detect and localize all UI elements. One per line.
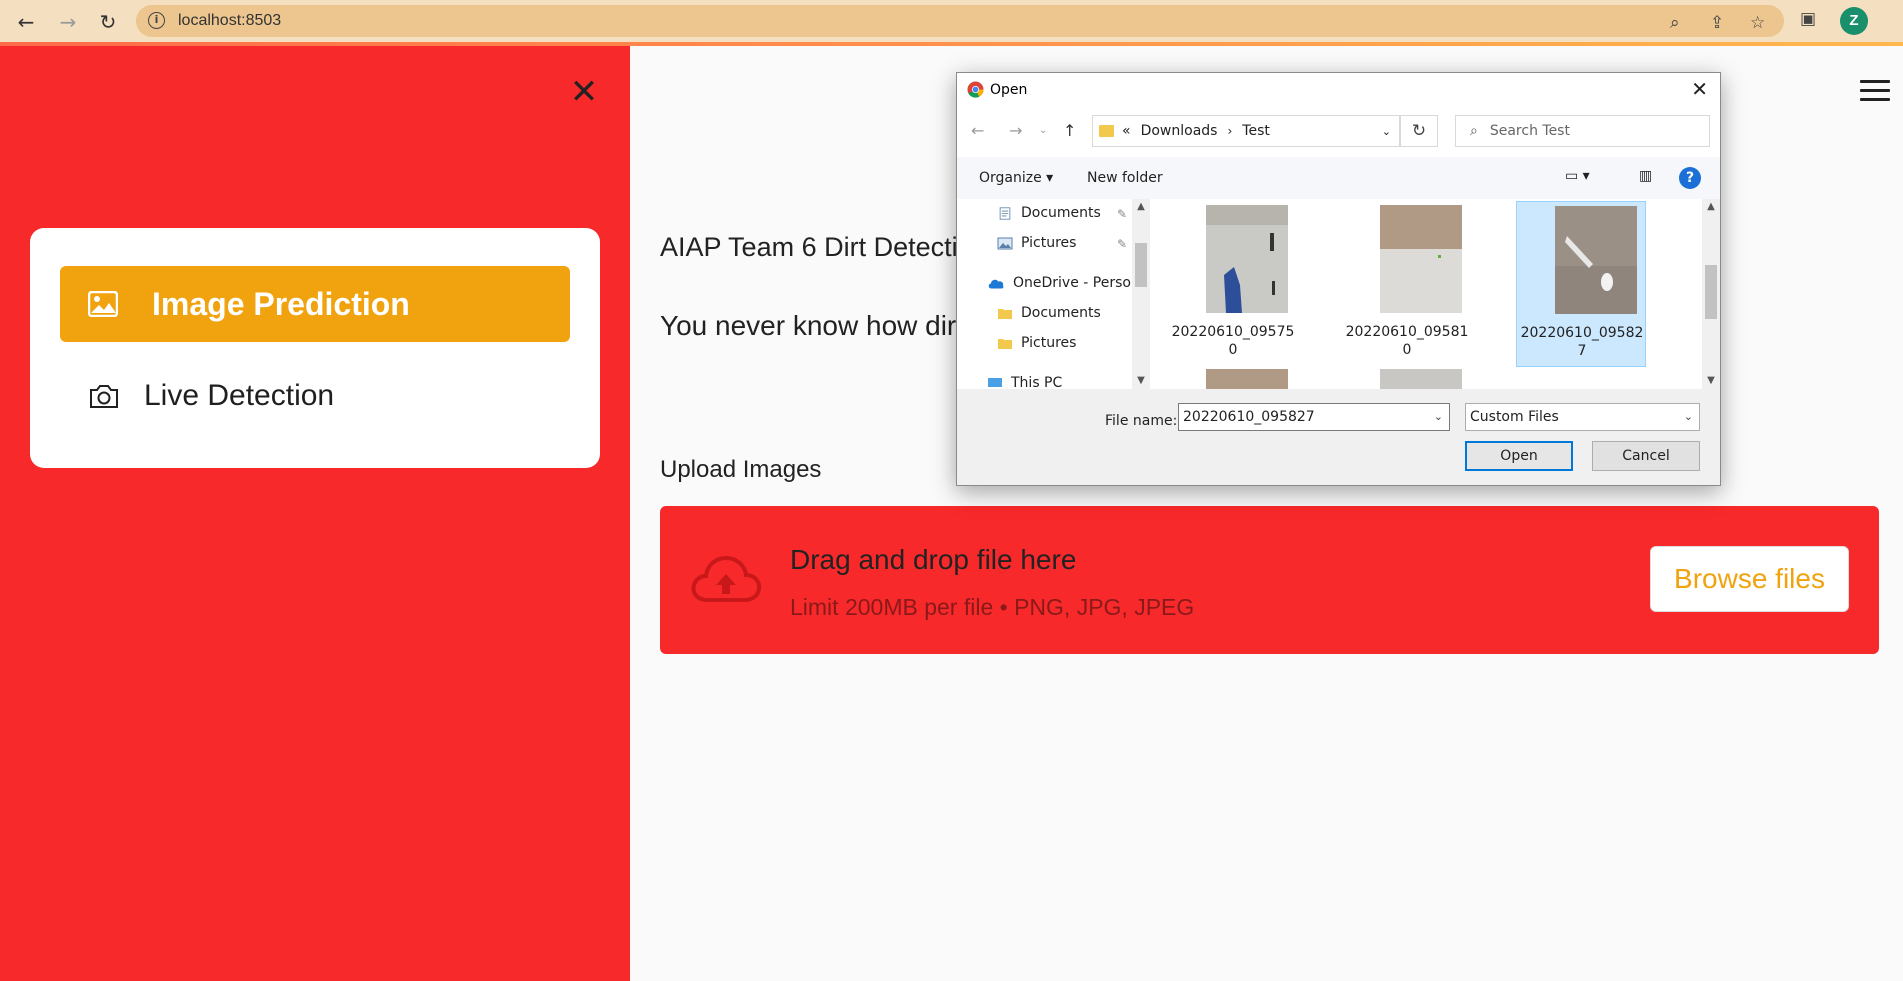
nav-item-documents[interactable]: Documents [997,205,1101,221]
nav-item-onedrive-pictures[interactable]: Pictures [997,335,1076,351]
sidebar-item-image-prediction[interactable]: Image Prediction [60,266,570,342]
preview-pane-icon[interactable]: ▥ [1639,168,1652,184]
file-scrollbar[interactable]: ▲ ▼ [1702,199,1720,389]
dialog-forward-icon[interactable]: → [1009,121,1022,140]
photo-thumbnail [1206,205,1288,313]
nav-item-this-pc[interactable]: This PC [987,375,1062,389]
file-name: 20220610_095827 [1520,325,1644,359]
navigation-pane: Documents ✎ Pictures ✎ OneDrive - Person… [957,199,1132,389]
scroll-down-icon[interactable]: ▼ [1702,375,1720,386]
sidebar-menu: Image Prediction Live Detection [30,228,600,468]
file-type-select[interactable]: Custom Files ⌄ [1465,403,1700,431]
scroll-up-icon[interactable]: ▲ [1702,201,1720,212]
folder-icon [1099,125,1114,137]
dialog-back-icon[interactable]: ← [971,121,984,140]
address-bar[interactable]: i localhost:8503 ⌕ ⇪ ☆ [136,5,1784,37]
file-item[interactable]: 20220610_095750 [1168,201,1298,367]
pin-icon: ✎ [1117,237,1128,251]
zoom-icon[interactable]: ⌕ [1670,13,1680,33]
file-name-input[interactable]: 20220610_095827 ⌄ [1178,403,1450,431]
path-dropdown-icon[interactable]: ⌄ [1382,125,1391,138]
photo-thumbnail [1555,206,1637,314]
view-options-icon[interactable]: ▭ ▾ [1565,168,1590,184]
file-list: 20220610_095750 20220610_095810 20220610… [1150,199,1702,389]
scroll-up-icon[interactable]: ▲ [1132,201,1150,212]
scroll-down-icon[interactable]: ▼ [1132,375,1150,386]
path-segment[interactable]: Test [1242,123,1270,139]
nav-item-pictures[interactable]: Pictures [997,235,1076,251]
close-icon[interactable]: ✕ [568,75,600,109]
file-name: 20220610_095750 [1171,324,1295,358]
cloud-icon [988,279,1004,288]
upload-label: Upload Images [660,456,822,483]
share-icon[interactable]: ⇪ [1710,13,1724,33]
file-item[interactable]: 20220610_095810 [1342,201,1472,367]
main-menu-icon[interactable] [1860,80,1890,102]
dialog-titlebar: Open [967,81,1027,98]
file-name-label: File name: [1105,413,1178,429]
help-icon[interactable]: ? [1679,167,1701,189]
bookmark-star-icon[interactable]: ☆ [1750,13,1765,33]
dialog-toolbar: Organize ▾ New folder ▭ ▾ ▥ ? [957,157,1720,199]
chevron-down-icon[interactable]: ⌄ [1684,404,1693,430]
reload-icon[interactable]: ↻ [94,8,122,36]
dropzone-limit: Limit 200MB per file • PNG, JPG, JPEG [790,594,1195,620]
browse-files-button[interactable]: Browse files [1650,546,1849,612]
nav-item-onedrive-documents[interactable]: Documents [997,305,1101,321]
profile-avatar[interactable]: Z [1840,7,1868,35]
dialog-close-icon[interactable]: ✕ [1691,77,1708,101]
open-file-dialog: Open ✕ ← → ⌄ ↑ « Downloads › Test ⌄ ↻ ⌕ … [956,72,1721,486]
search-placeholder: Search Test [1489,123,1570,139]
page-title: AIAP Team 6 Dirt Detecti [660,232,958,262]
back-icon[interactable]: ← [12,8,40,36]
recent-locations-icon[interactable]: ⌄ [1039,125,1047,136]
dialog-footer: File name: 20220610_095827 ⌄ Custom File… [957,389,1720,485]
sidebar: ✕ Image Prediction Live Detection [0,46,630,981]
photo-thumbnail [1380,369,1462,389]
search-icon: ⌕ [1470,123,1478,139]
chevron-down-icon[interactable]: ⌄ [1434,404,1443,430]
nav-item-onedrive[interactable]: OneDrive - Person [987,275,1132,291]
pictures-icon [997,237,1013,249]
sidebar-item-label: Live Detection [144,379,335,412]
url-text[interactable]: localhost:8503 [178,12,281,30]
cloud-upload-icon [691,555,762,602]
folder-icon [998,338,1012,349]
folder-icon [998,308,1012,319]
dropzone-title: Drag and drop file here [790,544,1077,575]
browser-toolbar: ← → ↻ i localhost:8503 ⌕ ⇪ ☆ ▣ Z [0,0,1903,46]
photo-thumbnail [1206,369,1288,389]
side-panel-icon[interactable]: ▣ [1800,9,1816,29]
camera-icon [90,385,118,408]
refresh-icon[interactable]: ↻ [1400,115,1438,147]
documents-icon [999,206,1011,220]
chrome-logo-icon [967,81,984,98]
open-button[interactable]: Open [1465,441,1573,471]
nav-scrollbar[interactable]: ▲ ▼ [1132,199,1150,389]
path-chevron-icon: › [1227,124,1233,138]
forward-icon[interactable]: → [54,8,82,36]
path-bar[interactable]: « Downloads › Test ⌄ [1092,115,1400,147]
image-icon [88,291,118,317]
path-segment[interactable]: Downloads [1141,123,1218,139]
pc-icon [988,377,1002,387]
organize-button[interactable]: Organize ▾ [979,170,1053,186]
search-input[interactable]: ⌕ Search Test [1455,115,1710,147]
site-info-icon[interactable]: i [148,12,165,29]
photo-thumbnail [1380,205,1462,313]
sidebar-item-label: Image Prediction [152,285,410,322]
path-prefix: « [1122,123,1131,139]
page-subtitle: You never know how dir [660,310,957,341]
cancel-button[interactable]: Cancel [1592,441,1700,471]
up-folder-icon[interactable]: ↑ [1063,121,1076,140]
file-dropzone[interactable]: Drag and drop file here Limit 200MB per … [660,506,1879,654]
file-name: 20220610_095810 [1345,324,1469,358]
file-item-selected[interactable]: 20220610_095827 [1516,201,1646,367]
dialog-title: Open [990,81,1028,98]
sidebar-item-live-detection[interactable]: Live Detection [60,358,570,434]
new-folder-button[interactable]: New folder [1087,170,1163,186]
pin-icon: ✎ [1117,207,1128,221]
